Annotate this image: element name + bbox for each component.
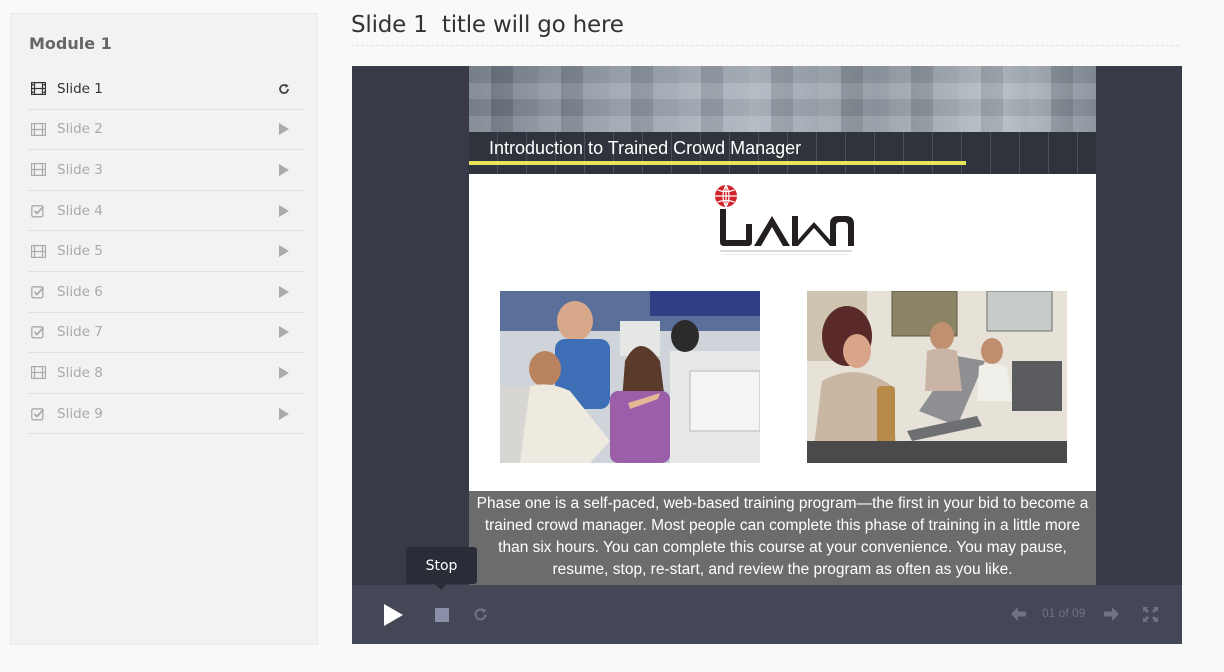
play-icon[interactable] (277, 325, 291, 339)
sidebar-item-label: Slide 7 (57, 324, 103, 341)
play-icon[interactable] (277, 244, 291, 258)
page-title: Slide 1 title will go here (351, 12, 624, 38)
checkbox-icon (30, 284, 46, 300)
banner-underline (469, 161, 966, 165)
arrow-left-icon (1010, 607, 1026, 621)
sidebar-item-label: Slide 4 (57, 202, 103, 219)
stop-button[interactable] (434, 607, 449, 622)
play-icon[interactable] (277, 204, 291, 218)
film-icon (30, 365, 46, 381)
sidebar-item-label: Slide 6 (57, 283, 103, 300)
play-icon[interactable] (277, 163, 291, 177)
slide-canvas[interactable]: Introduction to Trained Crowd Manager Ph… (469, 66, 1096, 585)
sidebar-item-slide-9[interactable]: Slide 9 (28, 394, 305, 435)
sidebar-item-label: Slide 1 (57, 80, 103, 97)
checkbox-icon (30, 203, 46, 219)
fullscreen-icon (1142, 606, 1158, 622)
banner-title: Introduction to Trained Crowd Manager (489, 138, 802, 158)
module-title: Module 1 (29, 34, 112, 53)
sidebar-item-slide-2[interactable]: Slide 2 (28, 110, 305, 151)
title-divider (351, 45, 1179, 46)
sidebar-item-label: Slide 3 (57, 161, 103, 178)
classroom-photo-left (500, 291, 760, 463)
page-counter: 01 of 09 (1042, 606, 1086, 620)
classroom-photo-right (807, 291, 1067, 463)
sidebar: Module 1 Slide 1 Slide 2 Slide 3 Slide 4… (10, 13, 318, 645)
sidebar-item-label: Slide 9 (57, 405, 103, 422)
sidebar-item-slide-4[interactable]: Slide 4 (28, 191, 305, 232)
checkbox-icon (30, 406, 46, 422)
sidebar-item-slide-7[interactable]: Slide 7 (28, 313, 305, 354)
iavm-logo (714, 184, 859, 264)
film-icon (30, 162, 46, 178)
fullscreen-button[interactable] (1142, 606, 1158, 622)
player-controls: 01 of 09 (352, 585, 1182, 644)
previous-button[interactable] (1010, 606, 1026, 622)
slide-caption: Phase one is a self-paced, web-based tra… (469, 491, 1096, 585)
sidebar-item-slide-3[interactable]: Slide 3 (28, 150, 305, 191)
film-icon (30, 121, 46, 137)
banner-mosaic-image (469, 66, 1096, 132)
play-icon[interactable] (277, 285, 291, 299)
refresh-icon[interactable] (277, 82, 291, 96)
sidebar-item-label: Slide 2 (57, 121, 103, 138)
play-icon[interactable] (277, 366, 291, 380)
restart-button[interactable] (472, 606, 488, 622)
slide-list: Slide 1 Slide 2 Slide 3 Slide 4 Slide 5 … (28, 69, 305, 435)
checkbox-icon (30, 324, 46, 340)
film-icon (30, 243, 46, 259)
film-icon (30, 81, 46, 97)
arrow-right-icon (1103, 607, 1119, 621)
sidebar-item-slide-6[interactable]: Slide 6 (28, 272, 305, 313)
refresh-icon (474, 607, 486, 620)
play-icon[interactable] (277, 407, 291, 421)
sidebar-item-label: Slide 8 (57, 364, 103, 381)
stop-icon (434, 607, 449, 622)
slide-banner: Introduction to Trained Crowd Manager (469, 66, 1096, 174)
sidebar-item-slide-8[interactable]: Slide 8 (28, 353, 305, 394)
sidebar-item-label: Slide 5 (57, 243, 103, 260)
tooltip-arrow (435, 584, 447, 590)
sidebar-item-slide-5[interactable]: Slide 5 (28, 231, 305, 272)
next-button[interactable] (1103, 606, 1119, 622)
stop-tooltip: Stop (406, 547, 477, 584)
play-icon (384, 604, 403, 626)
play-button[interactable] (382, 603, 404, 627)
play-icon[interactable] (277, 122, 291, 136)
sidebar-item-slide-1[interactable]: Slide 1 (28, 69, 305, 110)
